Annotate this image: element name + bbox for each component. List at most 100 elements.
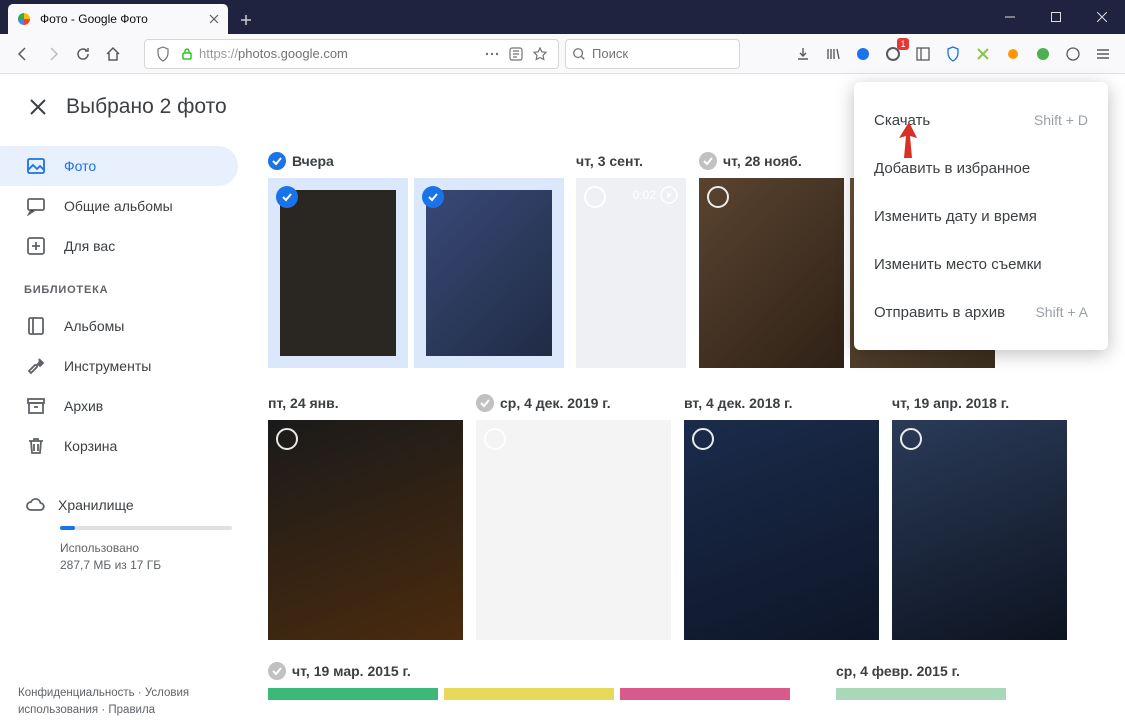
sidebar-icon[interactable] xyxy=(909,40,937,68)
menu-favorite[interactable]: Добавить в избранное xyxy=(854,144,1108,192)
lock-icon[interactable] xyxy=(175,47,199,61)
storage-widget[interactable]: Хранилище Использовано 287,7 МБ из 17 ГБ xyxy=(24,494,232,574)
menu-edit-place[interactable]: Изменить место съемки xyxy=(854,240,1108,288)
menu-button[interactable] xyxy=(1089,40,1117,68)
day-label: Вчера xyxy=(292,153,334,169)
nav-foryou[interactable]: Для вас xyxy=(0,226,238,266)
day-header[interactable]: чт, 19 мар. 2015 г. xyxy=(268,654,828,688)
day-header[interactable]: пт, 24 янв. xyxy=(268,386,468,420)
archive-icon xyxy=(24,394,48,418)
reader-mode-icon[interactable] xyxy=(504,46,528,62)
ext-icon-1[interactable] xyxy=(849,40,877,68)
browser-toolbar: https://photos.google.com Поиск 1 xyxy=(0,34,1125,74)
day-group: Вчера xyxy=(268,144,568,368)
day-header[interactable]: вт, 4 дек. 2018 г. xyxy=(684,386,884,420)
nav-label: Архив xyxy=(64,398,103,414)
section-library: БИБЛИОТЕКА xyxy=(0,266,256,306)
day-check-icon[interactable] xyxy=(476,394,494,412)
menu-archive[interactable]: Отправить в архивShift + A xyxy=(854,288,1108,336)
nav-label: Для вас xyxy=(64,238,115,254)
day-check-icon[interactable] xyxy=(268,662,286,680)
thumb-check-icon[interactable] xyxy=(707,186,729,208)
nav-label: Фото xyxy=(64,158,96,174)
photo-thumb[interactable] xyxy=(892,420,1067,640)
photo-thumb[interactable] xyxy=(620,688,790,700)
bookmark-star-icon[interactable] xyxy=(528,46,552,62)
photo-thumb[interactable] xyxy=(268,420,463,640)
nav-sharing[interactable]: Общие альбомы xyxy=(0,186,238,226)
selection-title: Выбрано 2 фото xyxy=(66,95,227,119)
shield-icon[interactable] xyxy=(151,46,175,62)
menu-download[interactable]: СкачатьShift + D xyxy=(854,96,1108,144)
day-header[interactable]: Вчера xyxy=(268,144,568,178)
nav-trash[interactable]: Корзина xyxy=(0,426,238,466)
back-button[interactable] xyxy=(8,39,38,69)
thumb-check-icon[interactable] xyxy=(422,186,444,208)
thumb-check-icon[interactable] xyxy=(900,428,922,450)
day-group: вт, 4 дек. 2018 г. xyxy=(684,386,884,640)
tab-close-icon[interactable] xyxy=(208,13,220,25)
plus-box-icon xyxy=(24,234,48,258)
deselect-button[interactable] xyxy=(18,87,58,127)
photo-thumb[interactable] xyxy=(684,420,879,640)
thumb-check-icon[interactable] xyxy=(484,428,506,450)
thumb-check-icon[interactable] xyxy=(692,428,714,450)
day-header[interactable]: чт, 3 сент. xyxy=(576,144,691,178)
day-check-icon[interactable] xyxy=(268,152,286,170)
tab-title: Фото - Google Фото xyxy=(40,12,208,26)
maximize-button[interactable] xyxy=(1033,0,1079,34)
album-icon xyxy=(24,314,48,338)
footer-links[interactable]: Конфиденциальность · Условия использован… xyxy=(18,685,248,720)
nav-photos[interactable]: Фото xyxy=(0,146,238,186)
thumb-check-icon[interactable] xyxy=(276,186,298,208)
home-button[interactable] xyxy=(98,39,128,69)
menu-edit-date[interactable]: Изменить дату и время xyxy=(854,192,1108,240)
photo-thumb[interactable] xyxy=(699,178,844,368)
ext-icon-3[interactable] xyxy=(969,40,997,68)
video-badge: 0:02 xyxy=(633,186,678,204)
new-tab-button[interactable] xyxy=(232,6,260,34)
ext-shield-icon[interactable] xyxy=(939,40,967,68)
search-placeholder: Поиск xyxy=(592,46,628,61)
thumb-check-icon[interactable] xyxy=(584,186,606,208)
close-button[interactable] xyxy=(1079,0,1125,34)
reload-button[interactable] xyxy=(68,39,98,69)
wrench-icon xyxy=(24,354,48,378)
minimize-button[interactable] xyxy=(987,0,1033,34)
ext-icon-5[interactable] xyxy=(1029,40,1057,68)
search-bar[interactable]: Поиск xyxy=(565,39,740,69)
day-header[interactable]: ср, 4 дек. 2019 г. xyxy=(476,386,676,420)
nav-utilities[interactable]: Инструменты xyxy=(0,346,238,386)
address-bar[interactable]: https://photos.google.com xyxy=(144,39,559,69)
chat-icon xyxy=(24,194,48,218)
downloads-icon[interactable] xyxy=(789,40,817,68)
day-header[interactable]: чт, 19 апр. 2018 г. xyxy=(892,386,1072,420)
context-menu: СкачатьShift + D Добавить в избранное Из… xyxy=(854,82,1108,350)
day-group: чт, 19 апр. 2018 г. xyxy=(892,386,1072,640)
photo-thumb[interactable] xyxy=(268,688,438,700)
photo-thumb[interactable] xyxy=(836,688,1006,700)
ext-icon-2[interactable]: 1 xyxy=(879,40,907,68)
day-header[interactable]: ср, 4 февр. 2015 г. xyxy=(836,654,1036,688)
thumb-check-icon[interactable] xyxy=(276,428,298,450)
nav-albums[interactable]: Альбомы xyxy=(0,306,238,346)
ext-icon-4[interactable] xyxy=(999,40,1027,68)
photo-thumb[interactable] xyxy=(268,178,408,368)
window-controls xyxy=(987,0,1125,34)
photo-thumb[interactable] xyxy=(414,178,564,368)
ext-icon-6[interactable] xyxy=(1059,40,1087,68)
day-label: чт, 28 нояб. xyxy=(723,153,802,169)
day-label: ср, 4 февр. 2015 г. xyxy=(836,663,960,679)
photo-thumb[interactable] xyxy=(476,420,671,640)
tab-strip: Фото - Google Фото xyxy=(0,0,260,34)
library-icon[interactable] xyxy=(819,40,847,68)
page-action-dots-icon[interactable] xyxy=(480,52,504,56)
storage-amount: 287,7 МБ из 17 ГБ xyxy=(60,557,232,574)
photo-thumb[interactable]: 0:02 xyxy=(576,178,686,368)
forward-button[interactable] xyxy=(38,39,68,69)
day-label: чт, 3 сент. xyxy=(576,153,643,169)
day-check-icon[interactable] xyxy=(699,152,717,170)
photo-thumb[interactable] xyxy=(444,688,614,700)
nav-archive[interactable]: Архив xyxy=(0,386,238,426)
browser-tab[interactable]: Фото - Google Фото xyxy=(8,4,228,34)
